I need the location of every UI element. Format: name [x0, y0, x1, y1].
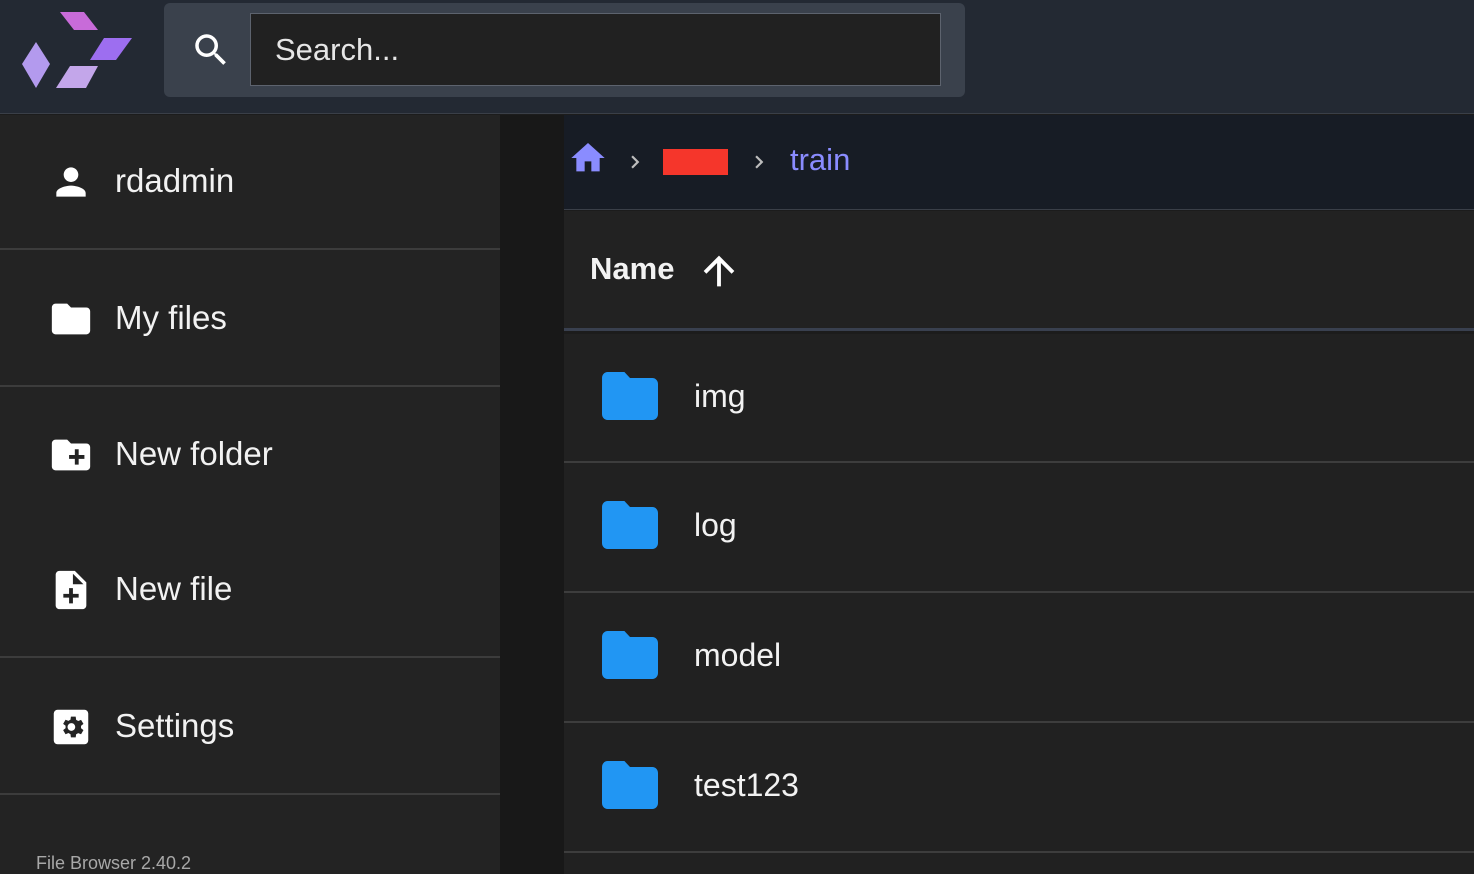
folder-icon — [602, 501, 658, 549]
sidebar-item-label: New file — [115, 570, 233, 607]
chevron-right-icon — [755, 155, 764, 169]
file-name: log — [694, 507, 737, 543]
home-icon[interactable] — [568, 138, 608, 178]
sidebar-item-my-files[interactable]: My files — [0, 251, 500, 387]
file-name: test123 — [694, 767, 799, 803]
list-item[interactable]: img — [564, 334, 1474, 463]
folder-icon — [602, 761, 658, 809]
chevron-right-icon — [631, 155, 640, 169]
list-item[interactable]: log — [564, 463, 1474, 593]
breadcrumb: train — [564, 115, 1474, 210]
sidebar: rdadmin My files New folder New file Set… — [0, 115, 500, 874]
arrow-upward-icon[interactable] — [696, 247, 742, 295]
note-add-icon — [48, 567, 94, 613]
search-box — [164, 3, 965, 97]
person-icon — [48, 159, 94, 205]
sidebar-item-new-file[interactable]: New file — [0, 522, 500, 658]
sidebar-item-user[interactable]: rdadmin — [0, 115, 500, 250]
breadcrumb-current[interactable]: train — [790, 142, 850, 178]
list-item[interactable]: test123 — [564, 723, 1474, 853]
sidebar-gutter — [500, 115, 564, 874]
filebrowser-logo[interactable] — [18, 8, 136, 94]
folder-icon — [48, 296, 94, 342]
sidebar-item-label: New folder — [115, 435, 273, 472]
file-name: model — [694, 637, 782, 673]
sidebar-item-new-folder[interactable]: New folder — [0, 388, 500, 522]
sidebar-item-settings[interactable]: Settings — [0, 660, 500, 795]
sidebar-item-label: Settings — [115, 707, 235, 744]
sidebar-item-label: rdadmin — [115, 162, 235, 199]
sidebar-item-label: My files — [115, 299, 227, 336]
search-input[interactable] — [250, 13, 941, 86]
breadcrumb-redacted-folder[interactable] — [663, 149, 728, 175]
listing-header: Name — [564, 211, 1474, 331]
create-new-folder-icon — [48, 432, 94, 478]
version-label: File Browser 2.40.2 — [36, 853, 192, 873]
search-icon[interactable] — [190, 29, 232, 71]
file-list: img log model test123 — [564, 334, 1474, 874]
folder-icon — [602, 631, 658, 679]
column-name-header[interactable]: Name — [590, 251, 674, 287]
top-bar — [0, 0, 1474, 114]
file-name: img — [694, 378, 746, 414]
settings-icon — [48, 704, 94, 750]
folder-icon — [602, 372, 658, 420]
list-item[interactable]: model — [564, 593, 1474, 723]
